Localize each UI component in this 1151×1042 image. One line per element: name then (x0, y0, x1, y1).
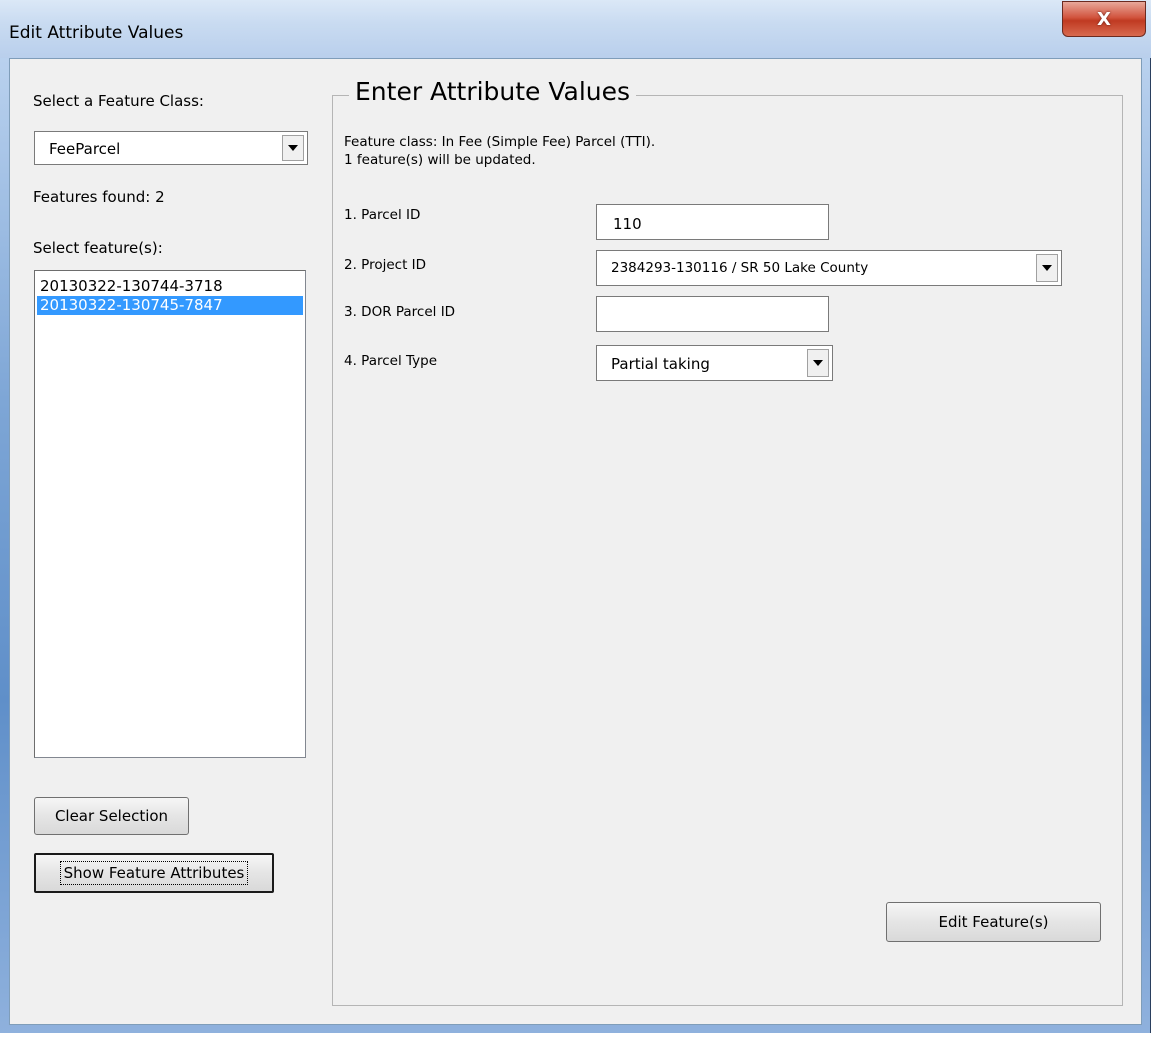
parcel-id-label: 1. Parcel ID (344, 207, 421, 223)
dropdown-button[interactable] (1036, 254, 1058, 282)
feature-class-select[interactable]: FeeParcel (34, 131, 308, 165)
project-id-value: 2384293-130116 / SR 50 Lake County (611, 260, 869, 276)
window-title: Edit Attribute Values (9, 23, 184, 43)
close-button[interactable]: X (1062, 1, 1146, 37)
feature-id: 20130322-130745-7847 (40, 296, 223, 314)
dor-parcel-id-label: 3. DOR Parcel ID (344, 304, 456, 320)
attribute-values-group: Enter Attribute Values Feature class: In… (332, 77, 1123, 1006)
features-listbox[interactable]: 20130322-130744-3718 20130322-130745-784… (34, 270, 306, 758)
update-count-info: 1 feature(s) will be updated. (344, 152, 536, 168)
list-item-selected[interactable]: 20130322-130745-7847 (37, 296, 303, 315)
feature-class-value: FeeParcel (49, 140, 121, 158)
parcel-type-value: Partial taking (611, 355, 710, 373)
chevron-down-icon (1042, 265, 1052, 271)
edit-features-button[interactable]: Edit Feature(s) (886, 902, 1101, 942)
parcel-id-field[interactable]: 110 (596, 204, 829, 240)
clear-selection-label: Clear Selection (54, 807, 169, 825)
feature-class-label: Select a Feature Class: (33, 92, 204, 110)
feature-id: 20130322-130744-3718 (40, 277, 223, 295)
show-feature-attributes-button[interactable]: Show Feature Attributes (34, 853, 274, 893)
dropdown-button[interactable] (282, 135, 304, 161)
select-features-label: Select feature(s): (33, 239, 163, 257)
title-bar[interactable]: Edit Attribute Values X (0, 0, 1151, 58)
feature-class-info: Feature class: In Fee (Simple Fee) Parce… (344, 134, 656, 150)
close-icon: X (1097, 8, 1111, 30)
project-id-select[interactable]: 2384293-130116 / SR 50 Lake County (596, 250, 1062, 286)
chevron-down-icon (288, 145, 298, 151)
clear-selection-button[interactable]: Clear Selection (34, 797, 189, 835)
dropdown-button[interactable] (807, 349, 829, 377)
chevron-down-icon (813, 360, 823, 366)
edit-features-label: Edit Feature(s) (938, 913, 1049, 931)
list-item[interactable]: 20130322-130744-3718 (37, 277, 303, 296)
parcel-type-select[interactable]: Partial taking (596, 345, 833, 381)
dialog-window: Edit Attribute Values X Select a Feature… (0, 0, 1151, 1033)
project-id-label: 2. Project ID (344, 257, 427, 273)
dialog-client-area: Select a Feature Class: FeeParcel Featur… (9, 58, 1142, 1025)
show-feature-attributes-label: Show Feature Attributes (59, 861, 249, 885)
features-found-count: Features found: 2 (33, 188, 165, 206)
parcel-id-value: 110 (613, 215, 642, 233)
group-title: Enter Attribute Values (349, 77, 637, 106)
parcel-type-label: 4. Parcel Type (344, 353, 438, 369)
dor-parcel-id-field[interactable] (596, 296, 829, 332)
